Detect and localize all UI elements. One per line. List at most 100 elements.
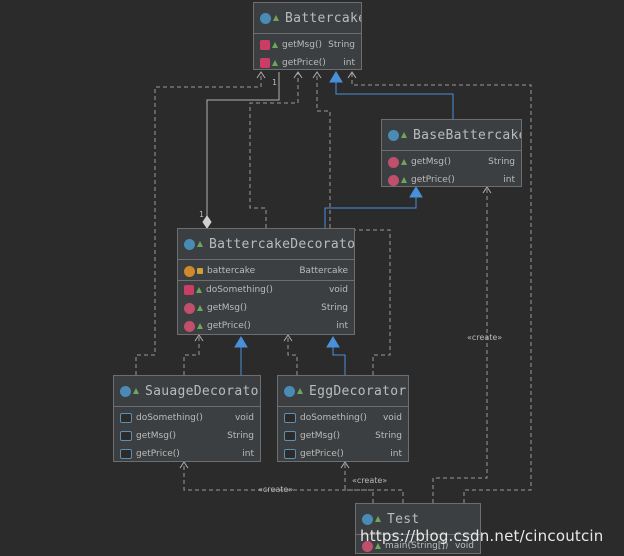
dep-decorator-battercake: [249, 72, 299, 228]
dep-sauage-decorator: [183, 335, 200, 375]
class-name: BattercakeDecorator: [209, 236, 354, 252]
class-icon: [284, 385, 295, 397]
method-type: String: [375, 431, 402, 441]
class-eggdecorator[interactable]: EggDecorator doSomething() void getMsg()…: [277, 375, 409, 462]
class-sauagedecorator[interactable]: SauageDecorator doSomething() void getMs…: [113, 375, 261, 462]
class-name: BaseBattercake: [413, 127, 521, 143]
protected-icon: [196, 287, 202, 293]
method-row[interactable]: getMsg() String: [382, 153, 521, 171]
field-icon: [184, 265, 195, 277]
create-label-egg: «create»: [352, 476, 388, 485]
public-icon: [272, 60, 278, 66]
package-method-icon: [284, 413, 296, 423]
public-icon: [401, 132, 407, 138]
class-name: Test: [387, 511, 420, 527]
public-icon: [297, 388, 303, 394]
extends-egg-decorator: [332, 347, 346, 375]
extends-decorator-base: [324, 195, 417, 228]
method-name: getPrice(): [300, 449, 344, 459]
class-icon: [120, 385, 131, 397]
method-row[interactable]: getMsg() String: [178, 299, 354, 317]
method-type: String: [488, 157, 515, 167]
class-name: Battercake: [285, 10, 361, 26]
method-row[interactable]: doSomething() void: [278, 409, 408, 427]
public-icon: [197, 323, 203, 329]
method-type: void: [234, 413, 254, 423]
method-type: int: [390, 449, 402, 459]
create-test-base: [432, 187, 488, 503]
triangle-head: [326, 336, 340, 348]
class-header: EggDecorator: [278, 376, 408, 407]
create-label-base: «create»: [467, 333, 503, 342]
method-type: int: [343, 58, 355, 68]
method-icon: [388, 174, 399, 186]
method-name: getMsg(): [136, 431, 176, 441]
create-label-sauage: «create»: [258, 485, 294, 494]
method-name: getPrice(): [282, 58, 326, 68]
method-type: String: [328, 40, 355, 50]
method-row[interactable]: doSomething() void: [178, 281, 354, 299]
class-name: SauageDecorator: [145, 383, 260, 399]
method-row[interactable]: getPrice() int: [178, 317, 354, 335]
method-type: int: [242, 449, 254, 459]
public-icon: [197, 305, 203, 311]
abstract-class-icon: [184, 238, 195, 250]
public-icon: [273, 15, 279, 21]
abstract-method-icon: [184, 285, 194, 295]
method-name: doSomething(): [300, 413, 367, 423]
class-basebattercake[interactable]: BaseBattercake getMsg() String getPrice(…: [381, 119, 522, 187]
method-row[interactable]: getMsg() String: [254, 36, 361, 54]
public-icon: [133, 388, 139, 394]
method-icon: [184, 302, 195, 314]
class-header: SauageDecorator: [114, 376, 260, 407]
method-row[interactable]: doSomething() void: [114, 409, 260, 427]
method-type: void: [382, 413, 402, 423]
method-type: String: [227, 431, 254, 441]
method-type: void: [328, 285, 348, 295]
method-type: int: [503, 175, 515, 185]
triangle-head: [234, 336, 248, 348]
class-header: BattercakeDecorator: [178, 229, 354, 260]
field-row[interactable]: battercake Battercake: [178, 262, 354, 280]
method-name: getPrice(): [136, 449, 180, 459]
class-icon: [388, 129, 399, 141]
multiplicity-bottom: 1: [199, 210, 205, 219]
method-row[interactable]: getPrice() int: [278, 445, 408, 463]
method-row[interactable]: getMsg() String: [278, 427, 408, 445]
method-name: getMsg(): [207, 303, 247, 313]
method-row[interactable]: getPrice() int: [114, 445, 260, 463]
public-icon: [401, 177, 407, 183]
method-row[interactable]: getPrice() int: [382, 171, 521, 189]
public-icon: [375, 516, 381, 522]
class-icon: [362, 513, 373, 525]
public-icon: [197, 241, 203, 247]
public-icon: [401, 159, 407, 165]
interface-icon: [260, 12, 271, 24]
package-method-icon: [120, 449, 132, 459]
class-header: Battercake: [254, 3, 361, 34]
method-icon: [388, 156, 399, 168]
aggregation-line: [206, 72, 280, 218]
class-battercake[interactable]: Battercake getMsg() String getPrice() in…: [253, 2, 362, 70]
field-type: Battercake: [299, 266, 348, 276]
watermark-url: https://blog.csdn.net/cincoutcin: [360, 527, 604, 545]
triangle-head: [329, 71, 343, 83]
package-method-icon: [284, 449, 296, 459]
class-name: EggDecorator: [309, 383, 407, 399]
package-method-icon: [284, 431, 296, 441]
method-name: doSomething(): [206, 285, 273, 295]
aggregation-diamond: [202, 215, 212, 229]
method-icon: [184, 320, 195, 332]
class-header: BaseBattercake: [382, 120, 521, 151]
method-name: getMsg(): [300, 431, 340, 441]
method-row[interactable]: getMsg() String: [114, 427, 260, 445]
multiplicity-top: 1: [272, 78, 278, 87]
extends-base-battercake: [335, 80, 454, 119]
abstract-method-icon: [260, 40, 270, 50]
method-name: getMsg(): [411, 157, 451, 167]
method-row[interactable]: getPrice() int: [254, 54, 361, 72]
class-battercakedecorator[interactable]: BattercakeDecorator battercake Battercak…: [177, 228, 355, 335]
private-icon: [197, 268, 203, 274]
method-name: getPrice(): [411, 175, 455, 185]
method-name: getMsg(): [282, 40, 322, 50]
